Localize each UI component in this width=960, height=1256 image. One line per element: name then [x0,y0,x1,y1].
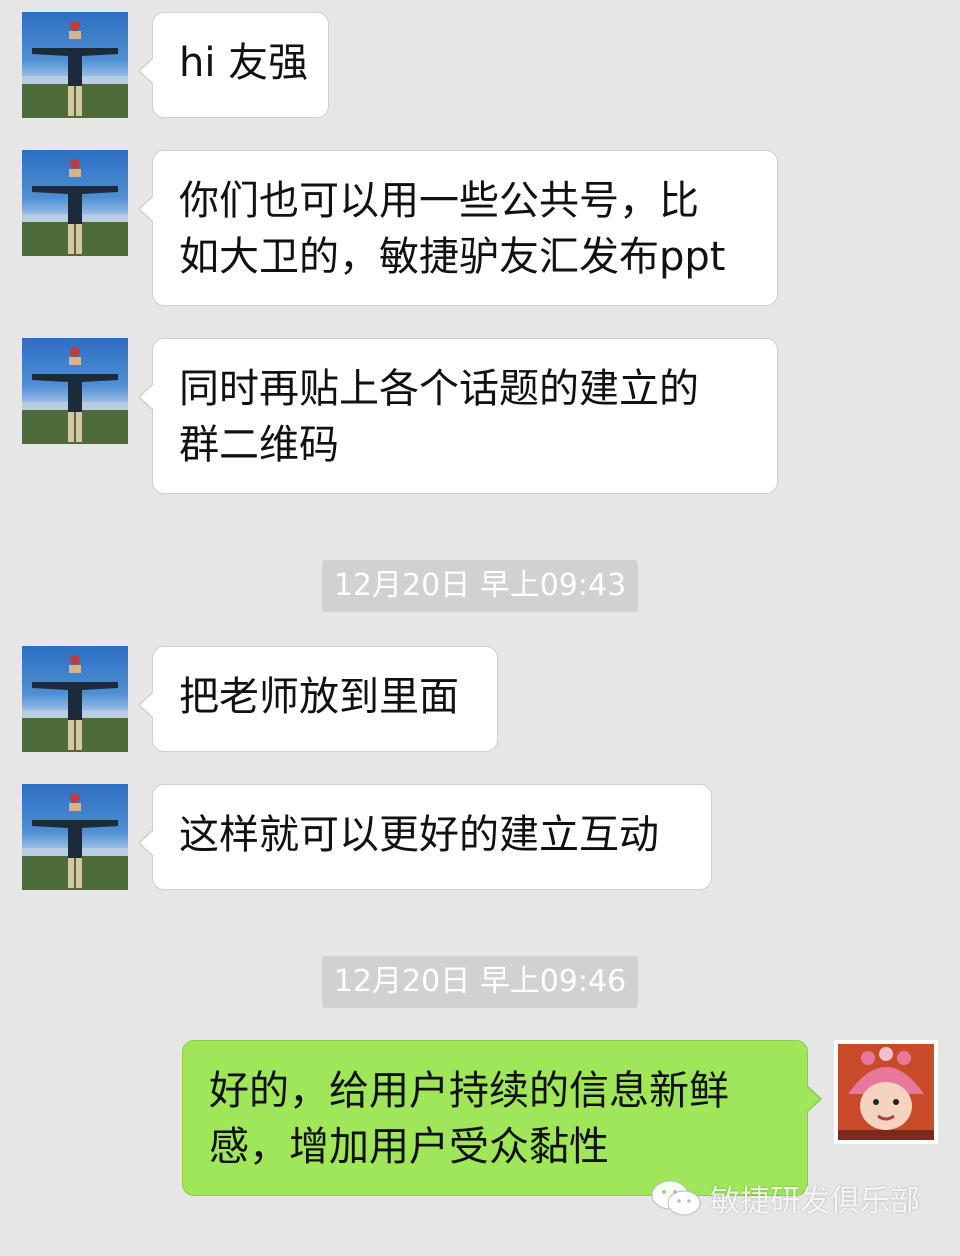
message-text: 群二维码 [179,422,339,468]
message-bubble[interactable]: 这样就可以更好的建立互动 [138,784,712,890]
self-avatar-icon[interactable] [834,1040,938,1144]
contact-avatar-icon[interactable] [22,150,128,256]
watermark-text: 敏捷研发俱乐部 [710,1184,920,1219]
message-text: 感，增加用户受众黏性 [209,1124,609,1170]
message-text: 好的，给用户持续的信息新鲜 [209,1068,729,1114]
timestamp: 12月20日 早上09:43 [322,560,638,612]
message-text: 把老师放到里面 [179,674,459,720]
message-text: 你们也可以用一些公共号，比 [179,178,699,224]
contact-avatar-icon[interactable] [22,12,128,118]
contact-avatar-icon[interactable] [22,784,128,890]
message-bubble[interactable]: hi 友强 [138,12,329,118]
contact-avatar-icon[interactable] [22,338,128,444]
message-bubble[interactable]: 你们也可以用一些公共号，比 如大卫的，敏捷驴友汇发布ppt [138,150,778,306]
watermark: 敏捷研发俱乐部 [650,1176,920,1220]
message-bubble-outgoing[interactable]: 好的，给用户持续的信息新鲜 感，增加用户受众黏性 [182,1040,822,1196]
timestamp: 12月20日 早上09:46 [322,956,638,1008]
message-bubble[interactable]: 同时再贴上各个话题的建立的 群二维码 [138,338,778,494]
message-text: hi 友强 [179,40,309,86]
chat-view: hi 友强 你们也可以用一些公共号，比 如大卫的，敏捷驴友汇发布ppt 同时再贴… [0,0,960,1256]
message-bubble[interactable]: 把老师放到里面 [138,646,498,752]
wechat-icon [651,1180,701,1216]
message-text: 如大卫的，敏捷驴友汇发布ppt [179,234,726,280]
message-text: 这样就可以更好的建立互动 [179,812,659,858]
contact-avatar-icon[interactable] [22,646,128,752]
message-text: 同时再贴上各个话题的建立的 [179,366,699,412]
